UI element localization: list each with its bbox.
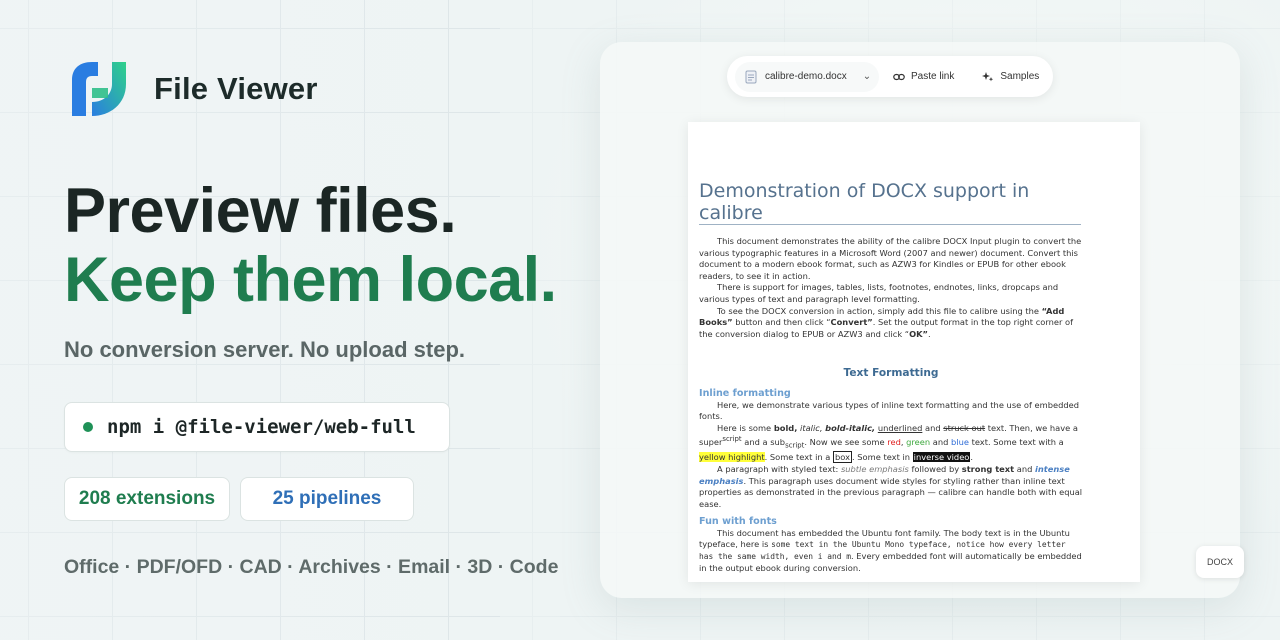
file-select-dropdown[interactable]: calibre-demo.docx ⌄ [735, 61, 879, 92]
document-preview: Demonstration of DOCX support in calibre… [688, 122, 1140, 582]
paragraph: Here is some bold, italic, bold-italic, … [699, 422, 1078, 464]
extensions-count-badge: 208 extensions [64, 477, 230, 521]
document-icon [745, 70, 757, 83]
viewer-toolbar: calibre-demo.docx ⌄ Paste link Samples [727, 56, 1053, 97]
hero-title-line1: Preview files. [64, 176, 457, 246]
brand: File Viewer [68, 58, 318, 120]
paragraph: To see the DOCX conversion in action, si… [699, 305, 1074, 339]
link-icon [893, 73, 905, 80]
install-command-box[interactable]: npm i @file-viewer/web-full [64, 402, 450, 452]
hero-subtitle: No conversion server. No upload step. [64, 337, 465, 362]
document-title: Demonstration of DOCX support in calibre [699, 180, 1081, 225]
paste-link-button[interactable]: Paste link [893, 71, 954, 82]
brand-name: File Viewer [154, 71, 318, 106]
supported-formats: Office · PDF/OFD · CAD · Archives · Emai… [64, 556, 559, 578]
file-type-badge: DOCX [1196, 546, 1244, 578]
samples-button[interactable]: Samples [982, 71, 1039, 83]
subsection-heading: Fun with fonts [699, 516, 777, 528]
document-body: This document demonstrates the ability o… [699, 236, 1083, 574]
paragraph: A paragraph with styled text: subtle emp… [699, 463, 1083, 509]
pipelines-count-badge: 25 pipelines [240, 477, 414, 521]
paragraph: This document has embedded the Ubuntu fo… [699, 527, 1082, 573]
paragraph: There is support for images, tables, lis… [699, 282, 1059, 304]
hero-title-line2: Keep them local. [64, 245, 557, 315]
samples-label: Samples [1000, 71, 1040, 82]
chevron-down-icon: ⌄ [862, 71, 872, 82]
status-dot-icon [83, 422, 93, 432]
install-command: npm i @file-viewer/web-full [107, 416, 416, 438]
paragraph: Here, we demonstrate various types of in… [699, 399, 1079, 422]
paste-link-label: Paste link [911, 71, 955, 82]
file-viewer-logo-icon [72, 62, 126, 116]
paragraph: This document demonstrates the ability o… [699, 236, 1082, 281]
file-name: calibre-demo.docx [765, 71, 847, 82]
section-heading: Text Formatting [843, 367, 939, 380]
subsection-heading: Inline formatting [699, 387, 791, 399]
sparkles-icon [982, 71, 994, 81]
